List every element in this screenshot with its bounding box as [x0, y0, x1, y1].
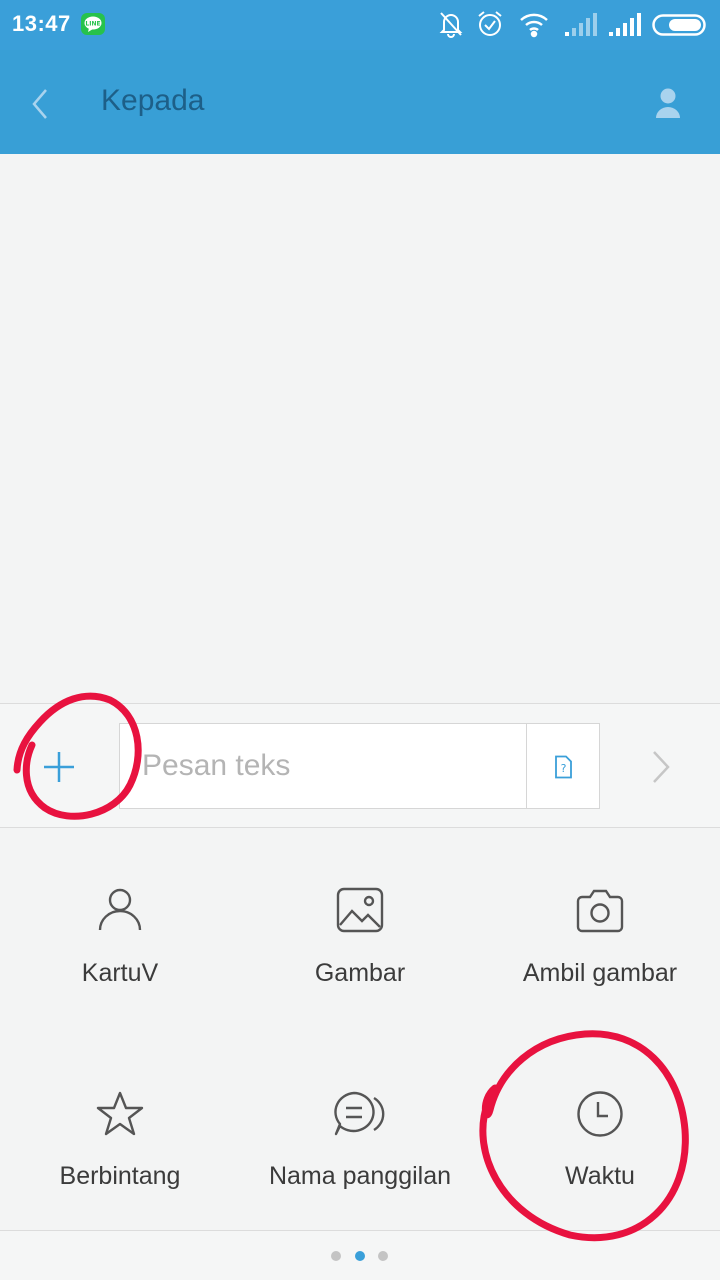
clock-icon: [577, 1091, 623, 1137]
page-dot[interactable]: [378, 1251, 388, 1261]
alarm-icon: [476, 10, 504, 42]
svg-text:?: ?: [561, 762, 567, 775]
attach-nickname[interactable]: Nama panggilan: [240, 1028, 480, 1228]
sim-select-button[interactable]: ?: [526, 724, 600, 808]
attach-label: KartuV: [81, 959, 159, 987]
page-dot[interactable]: [331, 1251, 341, 1261]
conversation-area: [0, 154, 720, 703]
attachment-grid: KartuV Gambar Ambil gambar Berbintang Na…: [0, 828, 720, 1230]
notifications-off-icon: [438, 10, 464, 42]
chat-bubble-icon: [334, 1091, 385, 1136]
attach-label: Gambar: [314, 959, 406, 987]
page-title: Kepada: [101, 84, 205, 117]
battery-icon: [652, 14, 710, 40]
signal-full-icon: [608, 10, 642, 42]
image-icon: [336, 887, 384, 933]
attach-label: Berbintang: [59, 1162, 181, 1190]
status-time: 13:47: [12, 11, 71, 36]
attach-label: Ambil gambar: [522, 959, 678, 987]
camera-icon: [576, 889, 624, 933]
status-bar: 13:47 LINE: [0, 0, 720, 50]
page-dot-active[interactable]: [355, 1251, 365, 1261]
signal-weak-icon: [564, 10, 598, 42]
app-bar: Kepada: [0, 50, 720, 154]
attach-label: Nama panggilan: [268, 1162, 452, 1190]
message-input[interactable]: [120, 724, 526, 808]
add-attachment-button[interactable]: [36, 744, 82, 790]
attach-vcard[interactable]: KartuV: [0, 828, 240, 1028]
attach-label: Waktu: [565, 1162, 635, 1190]
message-composer: ?: [0, 703, 720, 828]
svg-text:LINE: LINE: [85, 21, 100, 28]
message-input-box: ?: [119, 723, 600, 809]
star-icon: [96, 1091, 144, 1136]
attach-starred[interactable]: Berbintang: [0, 1028, 240, 1228]
contact-picker-button[interactable]: [648, 82, 692, 126]
chevron-right-icon: [653, 751, 670, 783]
wifi-icon: [518, 10, 550, 42]
chevron-left-icon: [32, 89, 47, 119]
line-app-icon: LINE: [81, 13, 105, 35]
attach-time[interactable]: Waktu: [480, 1028, 720, 1228]
sim-card-icon: ?: [555, 755, 572, 779]
person-icon: [656, 88, 680, 118]
back-button[interactable]: [22, 82, 62, 126]
attach-camera[interactable]: Ambil gambar: [480, 828, 720, 1028]
plus-icon: [44, 752, 74, 782]
page-indicator: [0, 1230, 720, 1280]
attach-image[interactable]: Gambar: [240, 828, 480, 1028]
person-icon: [98, 888, 142, 931]
send-button[interactable]: [642, 744, 682, 790]
